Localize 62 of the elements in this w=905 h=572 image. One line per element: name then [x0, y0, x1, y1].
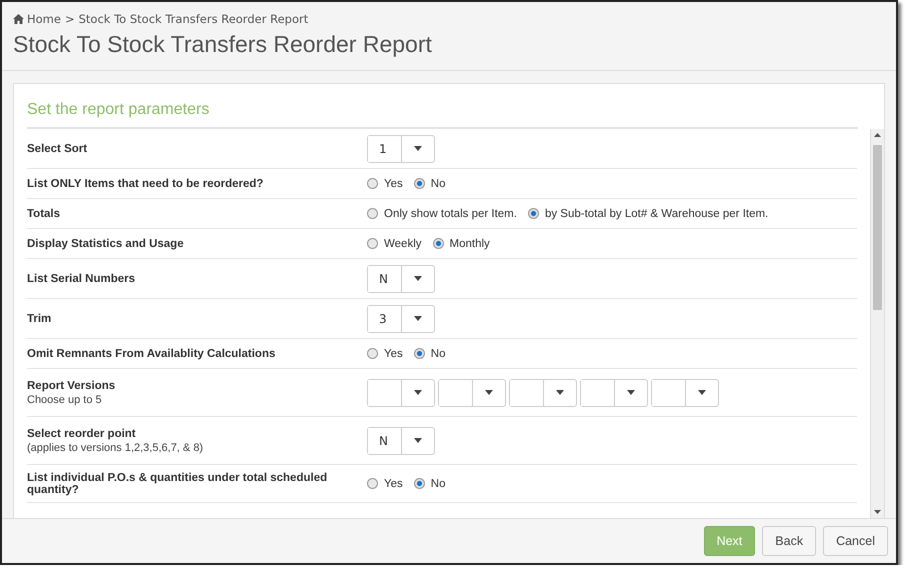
back-button[interactable]: Back — [762, 526, 816, 556]
radio-option[interactable]: Monthly — [432, 238, 490, 250]
radio-button[interactable] — [367, 478, 378, 489]
radio-button[interactable] — [367, 208, 378, 219]
dropdown[interactable]: 3 — [367, 304, 435, 332]
caret-icon — [556, 390, 564, 395]
breadcrumb-current: Stock To Stock Transfers Reorder Report — [78, 12, 308, 26]
field-note: Choose up to 5 — [27, 394, 103, 406]
radio-option[interactable]: Only show totals per Item. — [367, 208, 517, 220]
radio-option[interactable]: No — [414, 348, 446, 360]
radio-button[interactable] — [414, 478, 425, 489]
caret-icon — [698, 390, 706, 395]
field-label: Trim — [27, 312, 52, 324]
field-label: Select Sort — [27, 142, 88, 154]
caret-icon — [414, 438, 422, 443]
radio-button[interactable] — [414, 348, 425, 359]
caret-icon — [485, 390, 493, 395]
field-label: Totals — [27, 208, 62, 220]
dropdown[interactable]: 1 — [367, 134, 435, 162]
dropdown[interactable] — [580, 378, 648, 406]
panel-heading: Set the report parameters — [27, 84, 858, 129]
home-link[interactable]: Home — [13, 12, 61, 26]
radio-button[interactable] — [432, 238, 444, 249]
breadcrumb-separator: > — [64, 12, 75, 26]
scrollbar-thumb[interactable] — [873, 145, 882, 310]
caret-icon — [414, 316, 422, 321]
radio-button[interactable] — [528, 208, 539, 219]
scroll-down-icon[interactable] — [874, 510, 881, 514]
dropdown[interactable] — [509, 378, 577, 406]
dropdown[interactable]: N — [367, 264, 435, 292]
field-label: Omit Remnants From Availablity Calculations — [27, 348, 276, 360]
dropdown[interactable] — [367, 378, 435, 406]
field-label: List Serial Numbers — [27, 272, 136, 284]
field-note: (applies to versions 1,2,3,5,6,7, & 8) — [27, 442, 204, 454]
radio-option[interactable]: Weekly — [367, 238, 422, 250]
radio-option[interactable]: Yes — [367, 478, 403, 490]
caret-icon — [414, 276, 422, 281]
page-title: Stock To Stock Transfers Reorder Report — [13, 31, 433, 58]
dropdown[interactable] — [438, 378, 506, 406]
field-label: Report Versions — [27, 380, 116, 392]
dropdown[interactable] — [651, 378, 719, 406]
caret-icon — [414, 146, 422, 151]
cancel-button[interactable]: Cancel — [823, 526, 888, 556]
radio-option[interactable]: No — [414, 178, 446, 190]
radio-button[interactable] — [367, 348, 378, 359]
field-label: Display Statistics and Usage — [27, 238, 185, 250]
field-label: List ONLY Items that need to be reordered? — [27, 178, 264, 190]
radio-option[interactable]: by Sub-total by Lot# & Warehouse per Item. — [528, 208, 768, 220]
home-icon — [13, 14, 24, 24]
radio-option[interactable]: Yes — [367, 178, 403, 190]
caret-icon — [627, 390, 635, 395]
dropdown[interactable]: N — [367, 426, 435, 454]
scrollbar[interactable] — [870, 129, 884, 518]
radio-button[interactable] — [367, 238, 378, 249]
radio-option[interactable]: Yes — [367, 348, 403, 360]
scroll-up-icon[interactable] — [874, 133, 881, 137]
field-label: List individual P.O.s & quantities under total scheduled quantity? — [27, 472, 328, 496]
radio-button[interactable] — [414, 178, 425, 189]
radio-option[interactable]: No — [414, 478, 446, 490]
radio-button[interactable] — [367, 178, 378, 189]
field-label: Select reorder point — [27, 428, 137, 440]
caret-icon — [414, 390, 422, 395]
